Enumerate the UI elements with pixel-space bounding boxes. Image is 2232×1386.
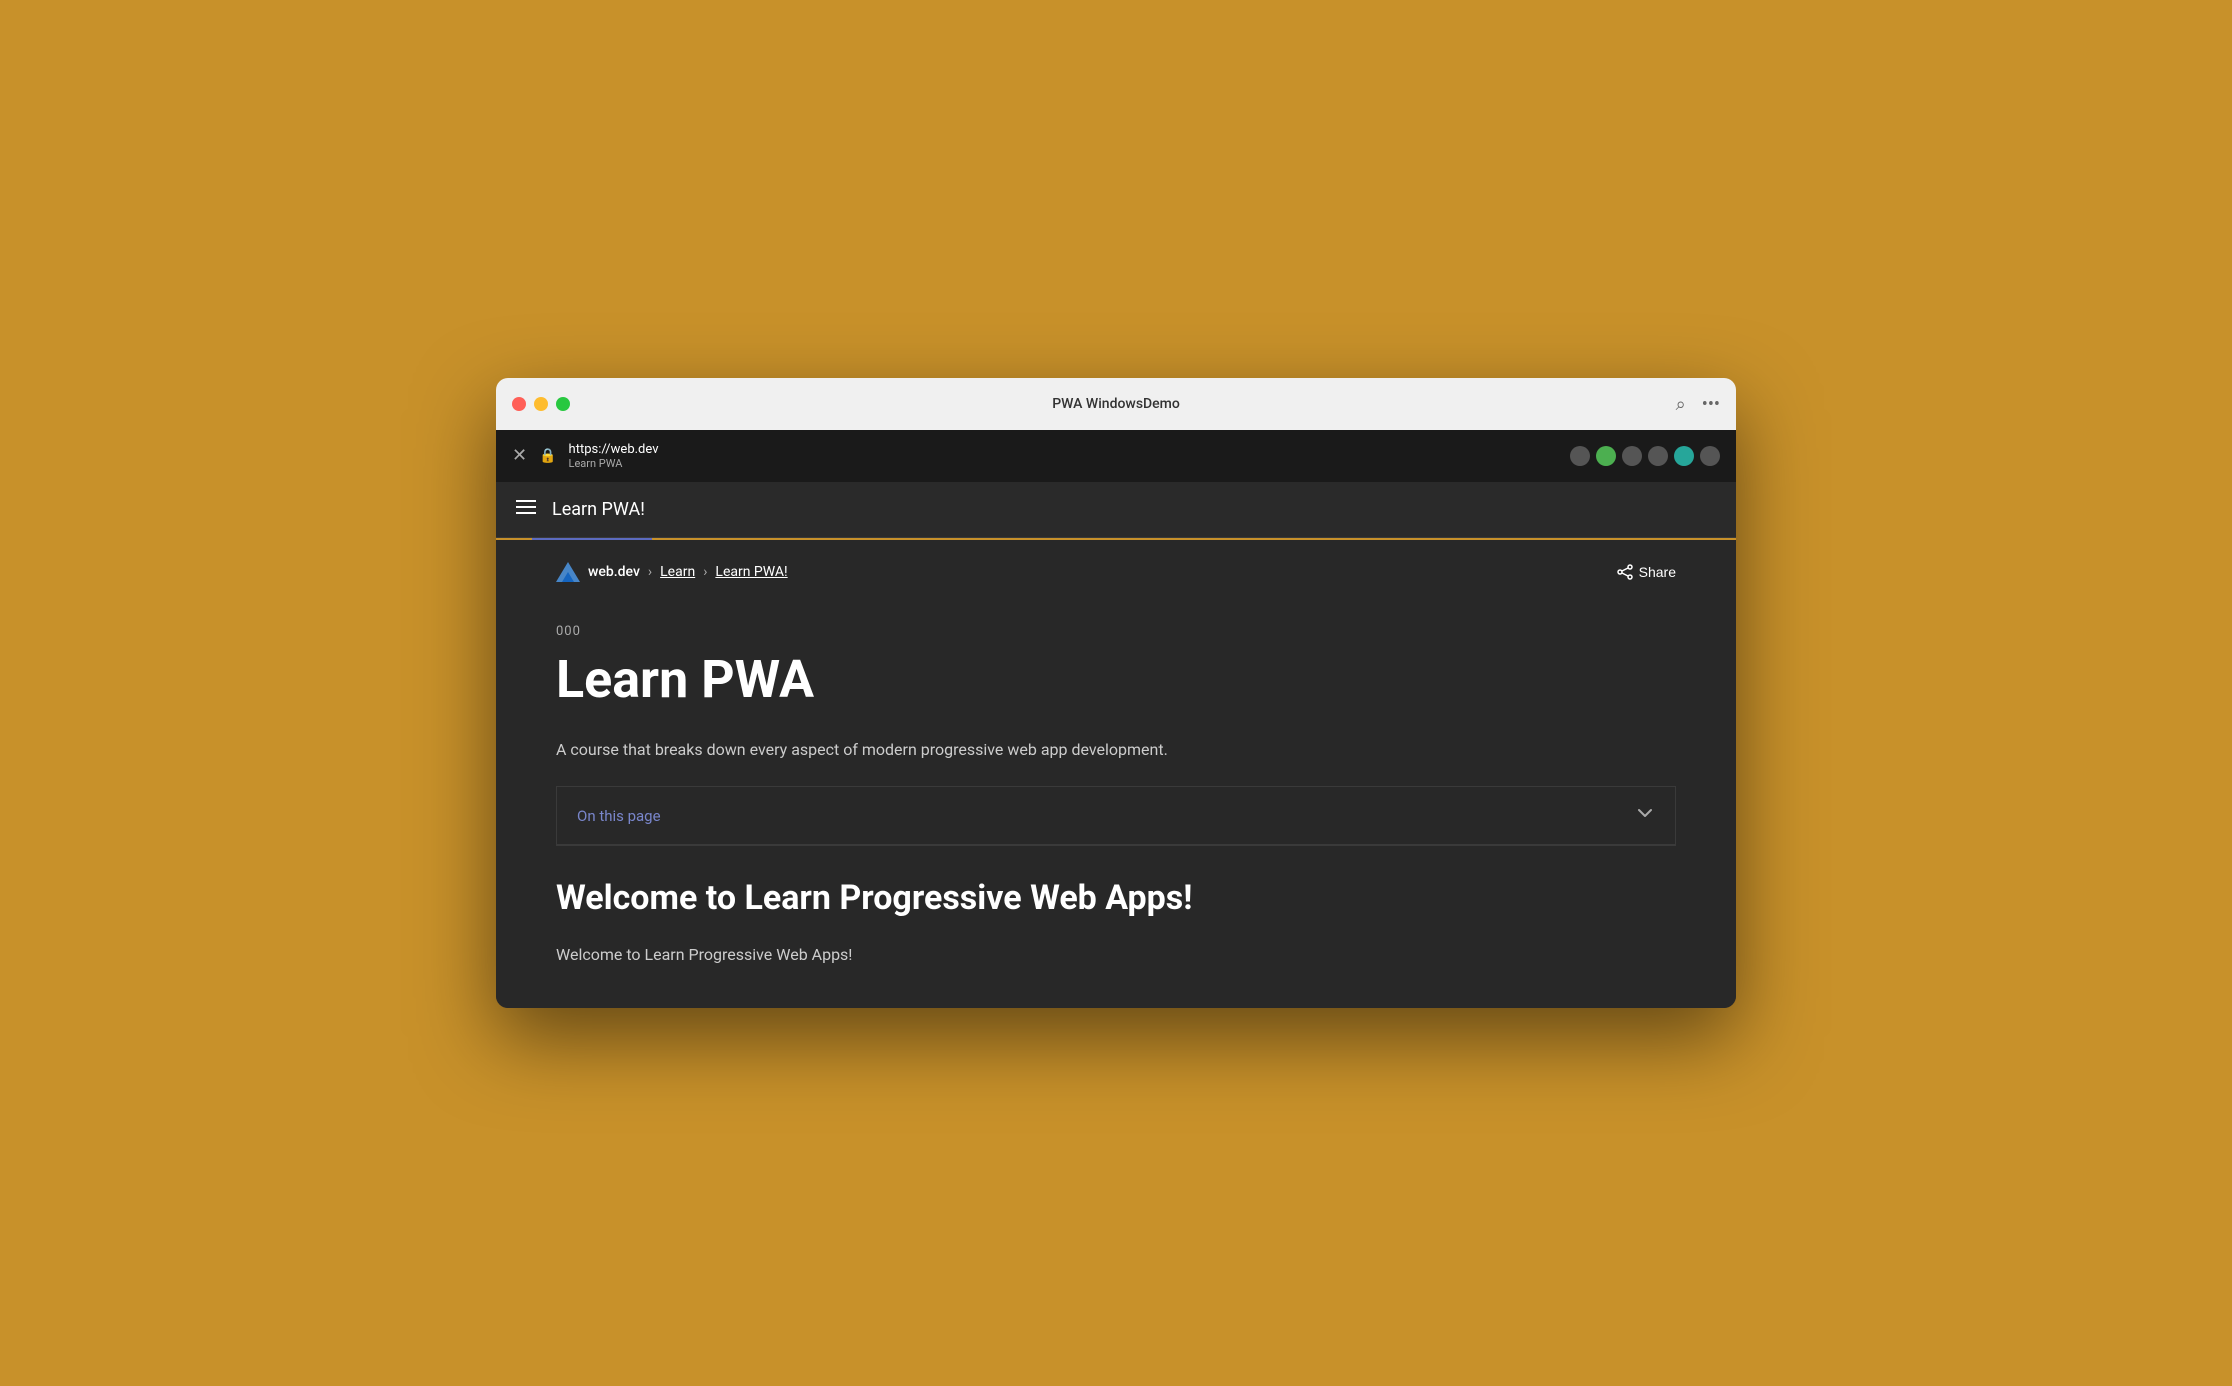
- share-button[interactable]: Share: [1617, 564, 1676, 580]
- nav-title: Learn PWA!: [552, 499, 645, 520]
- close-button[interactable]: [512, 397, 526, 411]
- app-window: PWA WindowsDemo ⌕ ••• ✕ 🔒 https://web.de…: [496, 378, 1736, 1007]
- on-this-page-toggle[interactable]: On this page: [556, 787, 1676, 845]
- maximize-button[interactable]: [556, 397, 570, 411]
- hamburger-icon[interactable]: [516, 497, 536, 522]
- share-label: Share: [1639, 564, 1676, 580]
- on-this-page-label: On this page: [577, 807, 661, 825]
- page-name-text: Learn PWA: [569, 457, 659, 470]
- breadcrumb-learn-link[interactable]: Learn: [660, 564, 695, 580]
- welcome-heading: Welcome to Learn Progressive Web Apps!: [556, 878, 1676, 918]
- window-title: PWA WindowsDemo: [1052, 396, 1180, 412]
- url-display: https://web.dev Learn PWA: [569, 442, 659, 470]
- webdev-logo[interactable]: web.dev: [556, 560, 640, 584]
- breadcrumb-sep-1: ›: [648, 564, 652, 580]
- course-area: 000 Learn PWA A course that breaks down …: [496, 604, 1736, 1007]
- breadcrumb-current[interactable]: Learn PWA!: [715, 564, 787, 580]
- zoom-icon[interactable]: ⌕: [1676, 394, 1686, 415]
- breadcrumb: web.dev › Learn › Learn PWA!: [556, 560, 788, 584]
- course-description: A course that breaks down every aspect o…: [556, 737, 1676, 763]
- minimize-button[interactable]: [534, 397, 548, 411]
- url-text: https://web.dev: [569, 442, 659, 457]
- bottom-divider: [556, 845, 1676, 846]
- lock-icon: 🔒: [539, 448, 556, 464]
- ext-icon-3[interactable]: [1622, 446, 1642, 466]
- ext-icon-5[interactable]: [1674, 446, 1694, 466]
- addressbar: ✕ 🔒 https://web.dev Learn PWA: [496, 430, 1736, 482]
- main-content: web.dev › Learn › Learn PWA! Share: [496, 540, 1736, 1007]
- ext-icon-2[interactable]: [1596, 446, 1616, 466]
- titlebar: PWA WindowsDemo ⌕ •••: [496, 378, 1736, 430]
- breadcrumb-sep-2: ›: [703, 564, 707, 580]
- welcome-text: Welcome to Learn Progressive Web Apps!: [556, 942, 1676, 968]
- extension-icons: [1570, 446, 1720, 466]
- breadcrumb-site[interactable]: web.dev: [588, 564, 640, 580]
- navbar: Learn PWA!: [496, 482, 1736, 538]
- traffic-lights: [512, 397, 570, 411]
- ext-icon-1[interactable]: [1570, 446, 1590, 466]
- course-title: Learn PWA: [556, 651, 1676, 708]
- ext-icon-6[interactable]: [1700, 446, 1720, 466]
- chevron-down-icon: [1635, 803, 1655, 828]
- titlebar-actions: ⌕ •••: [1676, 394, 1720, 415]
- course-number: 000: [556, 624, 1676, 639]
- breadcrumb-bar: web.dev › Learn › Learn PWA! Share: [496, 540, 1736, 604]
- more-icon[interactable]: •••: [1702, 394, 1720, 415]
- addressbar-close-icon[interactable]: ✕: [512, 447, 527, 465]
- ext-icon-4[interactable]: [1648, 446, 1668, 466]
